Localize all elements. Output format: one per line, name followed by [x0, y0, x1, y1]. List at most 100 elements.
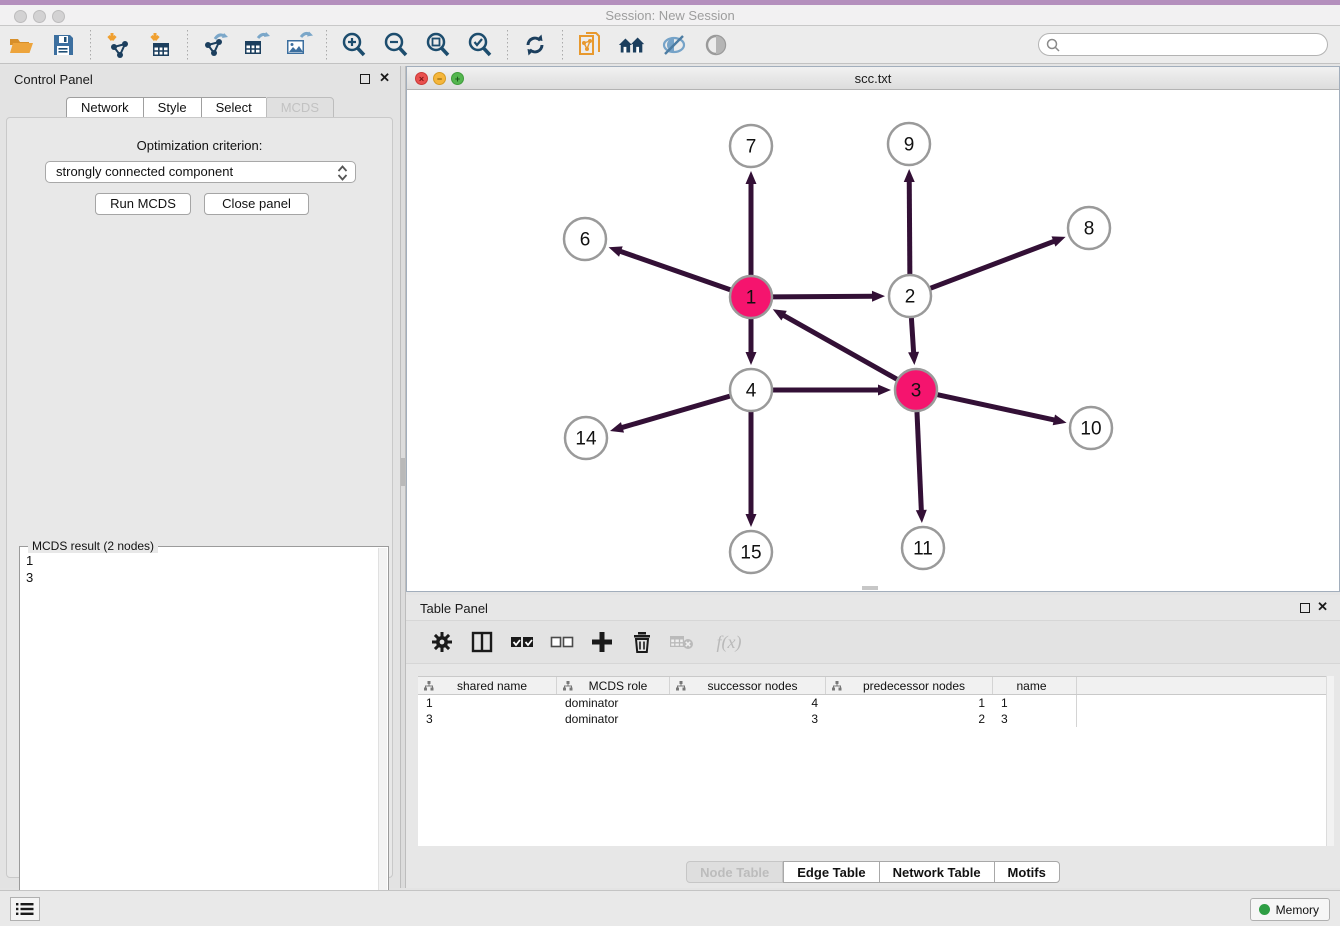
mcds-result-title: MCDS result (2 nodes) — [28, 539, 158, 553]
column-header-mcds-role[interactable]: MCDS role — [557, 677, 670, 694]
table-cell-successor_nodes[interactable]: 4 — [670, 695, 826, 711]
add-column-icon[interactable] — [587, 627, 617, 657]
graph-edge-2-9[interactable] — [909, 180, 910, 274]
toolbar-separator — [326, 30, 327, 60]
search-box[interactable] — [1038, 33, 1328, 56]
show-all-icon[interactable] — [701, 30, 731, 60]
zoom-selected-icon[interactable] — [465, 30, 495, 60]
zoom-fit-icon[interactable] — [423, 30, 453, 60]
tab-motifs[interactable]: Motifs — [994, 861, 1060, 883]
export-network-icon[interactable] — [200, 30, 230, 60]
graph-edge-2-3[interactable] — [911, 318, 913, 354]
horizontal-splitter-handle[interactable] — [862, 586, 878, 590]
export-image-icon[interactable] — [284, 30, 314, 60]
tab-node-table[interactable]: Node Table — [686, 861, 783, 883]
graph-edge-2-8[interactable] — [931, 241, 1056, 288]
splitter-handle[interactable] — [401, 458, 405, 486]
first-neighbors-icon[interactable] — [617, 30, 647, 60]
control-panel-tabs: Network Style Select MCDS — [0, 97, 400, 118]
network-window-titlebar[interactable]: × − + scc.txt — [407, 67, 1339, 90]
table-cell-name[interactable]: 1 — [993, 695, 1077, 711]
open-session-icon[interactable] — [6, 30, 36, 60]
table-cell-shared_name[interactable]: 3 — [418, 711, 557, 727]
save-session-icon[interactable] — [48, 30, 78, 60]
graph-edge-3-1[interactable] — [782, 315, 896, 380]
close-panel-button[interactable]: Close panel — [204, 193, 309, 215]
graph-edge-3-11[interactable] — [917, 412, 921, 512]
graph-node-label: 2 — [905, 287, 916, 308]
run-mcds-button[interactable]: Run MCDS — [95, 193, 191, 215]
float-table-panel-icon[interactable] — [1300, 603, 1310, 613]
graph-node-label: 3 — [911, 381, 922, 402]
table-cell-mcds_role[interactable]: dominator — [557, 695, 670, 711]
column-header-name[interactable]: name — [993, 677, 1077, 694]
column-selector-icon[interactable] — [467, 627, 497, 657]
table-panel-header: Table Panel ✕ — [406, 595, 1340, 621]
graph-node-label: 10 — [1080, 419, 1101, 440]
select-all-icon[interactable] — [507, 627, 537, 657]
task-history-button[interactable] — [10, 897, 40, 921]
export-table-icon[interactable] — [242, 30, 272, 60]
zoom-out-icon[interactable] — [381, 30, 411, 60]
graph-node-label: 14 — [575, 429, 597, 450]
selected-option: strongly connected component — [56, 164, 233, 179]
graph-edge-arrowhead — [916, 510, 927, 523]
tab-style[interactable]: Style — [143, 97, 201, 118]
hide-selected-icon[interactable] — [659, 30, 689, 60]
graph-edge-3-10[interactable] — [937, 395, 1055, 421]
table-row[interactable]: 3dominator323 — [418, 711, 1330, 727]
graph-edge-1-6[interactable] — [619, 251, 730, 290]
table-panel-title: Table Panel — [420, 601, 488, 616]
gear-icon[interactable] — [427, 627, 457, 657]
table-cell-predecessor_nodes[interactable]: 2 — [826, 711, 993, 727]
graph-edge-arrowhead — [746, 171, 757, 184]
memory-label: Memory — [1276, 903, 1319, 917]
tab-select[interactable]: Select — [201, 97, 266, 118]
graph-edge-1-2[interactable] — [773, 296, 874, 297]
mcds-tab-panel: Optimization criterion: strongly connect… — [6, 117, 393, 878]
toolbar-separator — [507, 30, 508, 60]
hierarchy-icon — [676, 681, 686, 691]
graph-edge-arrowhead — [609, 246, 623, 256]
result-scrollbar[interactable] — [378, 548, 387, 920]
table-cell-mcds_role[interactable]: dominator — [557, 711, 670, 727]
delete-table-icon[interactable] — [667, 627, 697, 657]
import-table-icon[interactable] — [145, 30, 175, 60]
network-canvas[interactable]: 7968124314101511 — [407, 90, 1339, 591]
memory-button[interactable]: Memory — [1250, 898, 1330, 921]
optimization-criterion-select[interactable]: strongly connected component — [45, 161, 356, 183]
tab-network[interactable]: Network — [66, 97, 143, 118]
delete-column-icon[interactable] — [627, 627, 657, 657]
function-builder-icon[interactable]: f(x) — [707, 627, 751, 657]
deselect-all-icon[interactable] — [547, 627, 577, 657]
graph-edge-arrowhead — [746, 514, 757, 527]
table-cell-successor_nodes[interactable]: 3 — [670, 711, 826, 727]
refresh-icon[interactable] — [520, 30, 550, 60]
table-cell-name[interactable]: 3 — [993, 711, 1077, 727]
table-cell-predecessor_nodes[interactable]: 1 — [826, 695, 993, 711]
column-header-successor-nodes[interactable]: successor nodes — [670, 677, 826, 694]
column-header-shared-name[interactable]: shared name — [418, 677, 557, 694]
column-header-predecessor-nodes[interactable]: predecessor nodes — [826, 677, 993, 694]
graph-edge-arrowhead — [872, 291, 885, 302]
table-row[interactable]: 1dominator411 — [418, 695, 1330, 711]
graph-edge-4-14[interactable] — [621, 396, 730, 428]
tab-mcds[interactable]: MCDS — [266, 97, 334, 118]
table-scrollbar[interactable] — [1326, 676, 1334, 846]
search-input[interactable] — [1061, 36, 1327, 54]
close-table-panel-icon[interactable]: ✕ — [1317, 599, 1328, 615]
zoom-in-icon[interactable] — [339, 30, 369, 60]
table-cell-shared_name[interactable]: 1 — [418, 695, 557, 711]
close-panel-icon[interactable]: ✕ — [379, 70, 390, 86]
toolbar-separator — [562, 30, 563, 60]
tab-edge-table[interactable]: Edge Table — [783, 861, 878, 883]
network-view-window: × − + scc.txt 7968124314101511 — [406, 66, 1340, 592]
float-panel-icon[interactable] — [360, 74, 370, 84]
clone-network-icon[interactable] — [575, 30, 605, 60]
graph-edge-arrowhead — [610, 422, 624, 433]
window-title: Session: New Session — [0, 8, 1340, 23]
graph-node-label: 6 — [580, 230, 591, 251]
tab-network-table[interactable]: Network Table — [879, 861, 994, 883]
hierarchy-icon — [424, 681, 434, 691]
import-network-icon[interactable] — [103, 30, 133, 60]
